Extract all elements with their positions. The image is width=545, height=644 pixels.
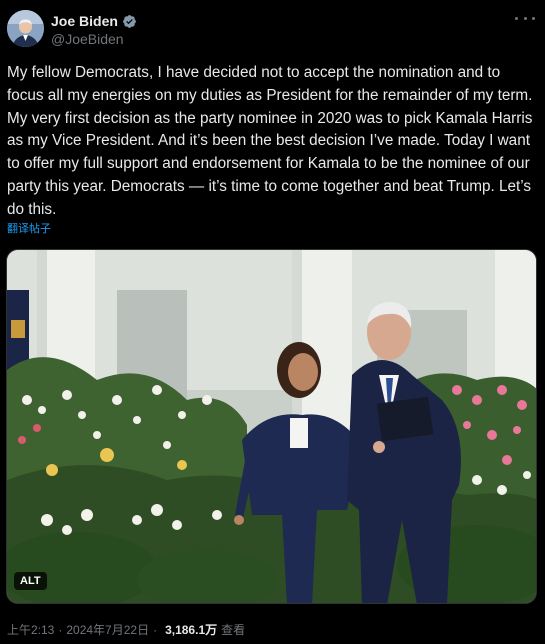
post-date[interactable]: 2024年7月22日: [66, 622, 149, 638]
post-time[interactable]: 上午2:13: [7, 622, 54, 638]
author-handle[interactable]: @JoeBiden: [51, 31, 124, 47]
meta-separator: ·: [58, 623, 63, 637]
views-label: 查看: [221, 623, 246, 637]
post-photo[interactable]: [6, 249, 537, 604]
post-text: My fellow Democrats, I have decided not …: [7, 64, 533, 218]
translate-post-link[interactable]: 翻译帖子: [7, 222, 51, 236]
post-meta: 上午2:13 · 2024年7月22日 · 3,186.1万 查看: [7, 622, 245, 638]
more-dot: [532, 16, 535, 20]
author-name-row[interactable]: Joe Biden: [51, 12, 137, 30]
more-dot: [515, 16, 518, 20]
meta-separator: ·: [153, 623, 158, 637]
author-name[interactable]: Joe Biden: [51, 12, 118, 30]
verified-badge-icon: [123, 14, 136, 28]
post-card: Joe Biden @JoeBiden My fellow Democrats,…: [0, 0, 545, 644]
avatar-image: [7, 10, 44, 47]
more-dot: [523, 16, 527, 20]
more-options-icon[interactable]: [515, 12, 535, 24]
photo-harris-biden-rose-garden: [7, 250, 536, 603]
views-count: 3,186.1万: [165, 623, 218, 637]
avatar[interactable]: [7, 10, 44, 47]
alt-text-badge[interactable]: ALT: [14, 572, 47, 590]
